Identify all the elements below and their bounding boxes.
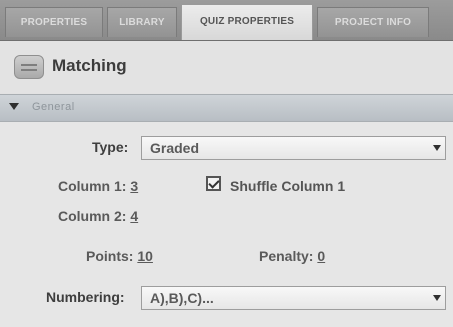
shuffle-column1-label[interactable]: Shuffle Column 1	[230, 178, 345, 194]
tab-quiz-properties[interactable]: QUIZ PROPERTIES	[181, 4, 313, 40]
question-type-header: Matching	[0, 41, 453, 93]
column2-label: Column 2:	[58, 208, 127, 224]
numbering-select[interactable]: A),B),C)...	[141, 286, 446, 310]
column1-field: Column 1: 3	[58, 178, 138, 194]
general-section-body: Type: Graded Column 1: 3 Shuffle Column …	[0, 122, 453, 327]
numbering-selected-value: A),B),C)...	[150, 290, 214, 306]
penalty-label: Penalty:	[259, 248, 314, 264]
tab-properties[interactable]: PROPERTIES	[5, 7, 103, 37]
section-label: General	[32, 101, 75, 113]
question-type-title: Matching	[52, 56, 127, 75]
shuffle-column1-checkbox[interactable]	[206, 176, 221, 191]
penalty-field: Penalty: 0	[259, 248, 325, 264]
column2-value[interactable]: 4	[130, 208, 138, 224]
column2-field: Column 2: 4	[58, 208, 138, 224]
points-label: Points:	[86, 248, 134, 264]
section-general-header[interactable]: General	[0, 94, 453, 122]
type-select[interactable]: Graded	[141, 136, 446, 160]
quiz-properties-panel: PROPERTIES LIBRARY QUIZ PROPERTIES PROJE…	[0, 0, 453, 327]
column1-label: Column 1:	[58, 178, 127, 194]
type-label: Type:	[92, 139, 129, 155]
column1-value[interactable]: 3	[130, 178, 138, 194]
tab-bar: PROPERTIES LIBRARY QUIZ PROPERTIES PROJE…	[0, 0, 453, 41]
tab-library[interactable]: LIBRARY	[107, 7, 177, 37]
tab-project-info[interactable]: PROJECT INFO	[317, 7, 429, 37]
matching-icon	[14, 55, 44, 79]
type-selected-value: Graded	[150, 140, 200, 156]
collapse-caret-icon[interactable]	[9, 103, 19, 110]
points-value[interactable]: 10	[137, 248, 153, 264]
chevron-down-icon[interactable]	[433, 295, 441, 301]
penalty-value[interactable]: 0	[317, 248, 325, 264]
numbering-label: Numbering:	[46, 289, 125, 305]
points-field: Points: 10	[86, 248, 153, 264]
chevron-down-icon[interactable]	[433, 145, 441, 151]
